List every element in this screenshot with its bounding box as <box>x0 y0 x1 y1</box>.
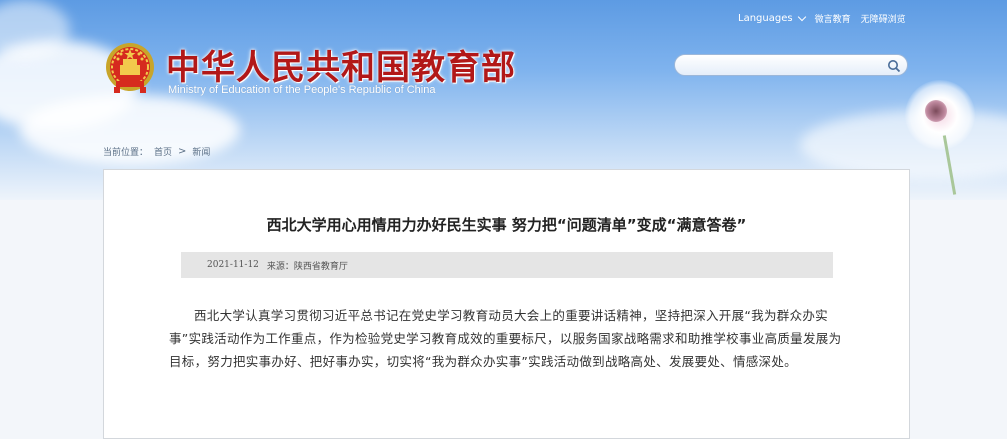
languages-dropdown[interactable]: Languages <box>738 12 806 24</box>
search-icon[interactable] <box>887 58 901 77</box>
site-title[interactable]: 中华人民共和国教育部 <box>166 40 516 89</box>
languages-label: Languages <box>738 12 793 24</box>
article-card: 西北大学用心用情用力办好民生实事 努力把“问题清单”变成“满意答卷” 2021-… <box>103 169 910 439</box>
top-links: Languages 微言教育 无障碍浏览 <box>738 10 906 26</box>
chevron-down-icon <box>797 12 806 21</box>
accessibility-link[interactable]: 无障碍浏览 <box>861 12 906 25</box>
breadcrumb-separator: > <box>178 146 187 157</box>
article-source: 来源：陕西省教育厅 <box>266 261 348 272</box>
breadcrumb-current[interactable]: 新闻 <box>192 145 210 158</box>
breadcrumb-prefix: 当前位置： <box>103 148 149 158</box>
article-title: 西北大学用心用情用力办好民生实事 努力把“问题清单”变成“满意答卷” <box>266 216 747 234</box>
dandelion-center <box>925 100 947 122</box>
breadcrumb-home[interactable]: 首页 <box>154 145 172 158</box>
weiyan-link[interactable]: 微言教育 <box>815 12 851 25</box>
search-input[interactable] <box>674 54 908 76</box>
article-body: 西北大学认真学习贯彻习近平总书记在党史学习教育动员大会上的重要讲话精神，坚持把深… <box>169 308 842 369</box>
national-emblem-icon[interactable] <box>104 41 156 95</box>
breadcrumb: 当前位置： 首页 > 新闻 <box>103 145 210 158</box>
article-date: 2021-11-12 <box>207 260 259 270</box>
site-subtitle: Ministry of Education of the People's Re… <box>168 84 436 96</box>
article-meta: 2021-11-12 来源：陕西省教育厅 <box>181 252 833 278</box>
